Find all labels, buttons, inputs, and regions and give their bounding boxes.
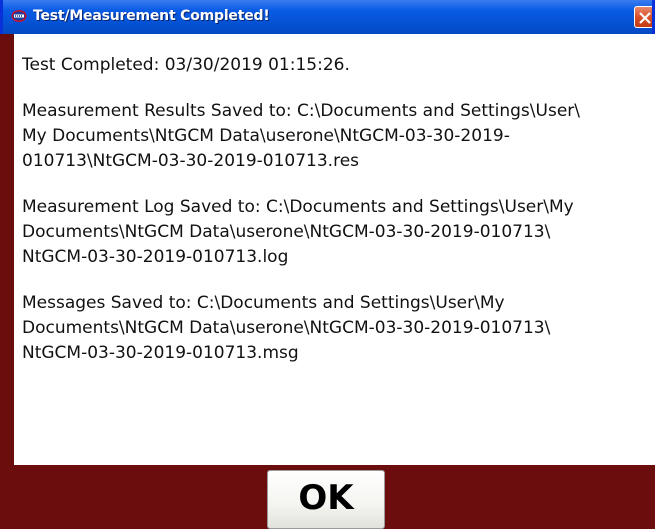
results-path-text: Measurement Results Saved to: C:\Documen… [22, 101, 580, 171]
messages-path-text: Messages Saved to: C:\Documents and Sett… [22, 293, 551, 363]
log-path-text: Measurement Log Saved to: C:\Documents a… [22, 197, 574, 267]
message-area: Test Completed: 03/30/2019 01:15:26. Mea… [14, 47, 655, 465]
content-top-margin [14, 34, 655, 47]
close-button[interactable] [634, 6, 652, 28]
window-title: Test/Measurement Completed! [33, 8, 270, 24]
ok-button[interactable]: OK [267, 470, 385, 529]
test-completed-text: Test Completed: 03/30/2019 01:15:26. [22, 55, 350, 75]
window-frame-left [0, 34, 14, 465]
title-bar[interactable]: Test/Measurement Completed! [0, 0, 655, 34]
dialog-window: Test/Measurement Completed! Test Complet… [0, 0, 655, 529]
nist-logo-icon [11, 9, 27, 23]
